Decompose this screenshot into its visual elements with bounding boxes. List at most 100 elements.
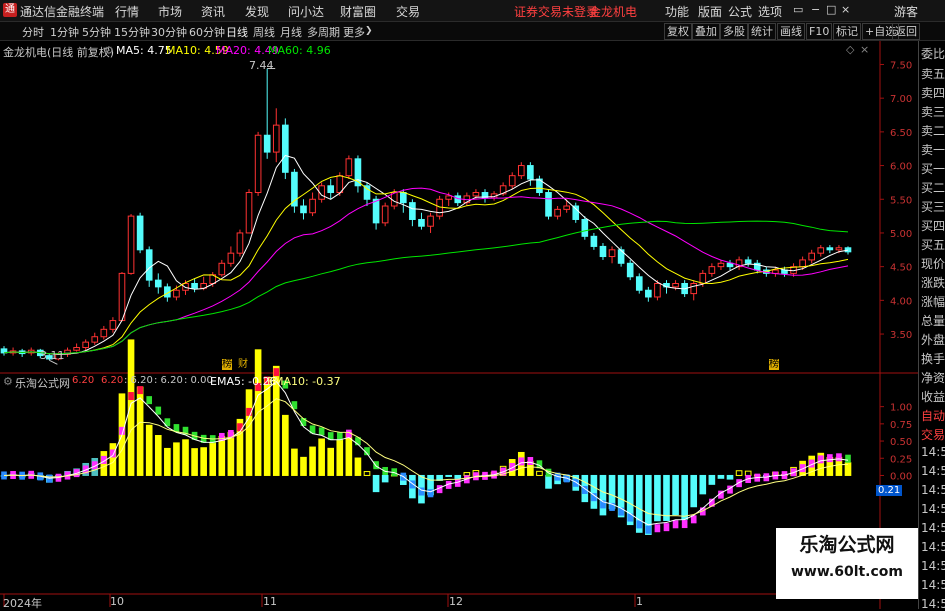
sub-title: 乐淘公式网 (15, 377, 70, 390)
sub-param-5: : 0.00 (184, 375, 213, 386)
price-tick-label: 5.50 (890, 195, 912, 206)
adjust-button[interactable]: 复权 (664, 23, 692, 40)
side-panel-item: 14:56 (921, 540, 945, 554)
period-60min[interactable]: 60分钟 (189, 24, 225, 40)
period-15min[interactable]: 15分钟 (114, 24, 150, 40)
candle-body (654, 283, 661, 298)
sub-bar (672, 474, 679, 516)
login-status[interactable]: 证券交易未登录 (514, 3, 598, 20)
minimize-icon[interactable]: − (811, 3, 820, 16)
sub-signal-block (845, 454, 851, 463)
side-panel-item: 买一 (921, 162, 945, 176)
guest-label[interactable]: 游客 (894, 3, 918, 20)
side-panel-item: 涨跌 (921, 276, 945, 290)
ema10-label: EMA10: -0.37 (267, 375, 341, 388)
sub-signal-block (155, 406, 162, 415)
period-more[interactable]: 更多 (343, 24, 365, 40)
mark-button[interactable]: 标记 (833, 23, 861, 40)
diamond-icon[interactable]: ◇ (846, 43, 854, 56)
period-weekly[interactable]: 周线 (253, 24, 275, 40)
menu-function[interactable]: 功能 (665, 3, 689, 20)
menu-formula[interactable]: 公式 (728, 3, 752, 20)
side-panel-item: 卖二 (921, 124, 945, 138)
sub-signal-block (237, 423, 243, 432)
sub-bar (699, 474, 707, 495)
menu-options[interactable]: 选项 (758, 3, 782, 20)
draw-line-button[interactable]: 画线 (777, 23, 805, 40)
multi-stock-button[interactable]: 多股 (720, 23, 748, 40)
current-value-tag: 0.21 (876, 485, 903, 496)
candle-body (472, 192, 480, 197)
sub-bar (690, 474, 698, 508)
candle-body (626, 262, 634, 278)
period-daily[interactable]: 日线 (226, 24, 248, 40)
menu-hq[interactable]: 行情 (115, 3, 139, 20)
sub-param-1: 6.20 (72, 375, 95, 386)
candle-body (517, 165, 525, 177)
side-panel-item: 总量 (921, 314, 945, 328)
overlay-button[interactable]: 叠加 (692, 23, 720, 40)
chevron-right-icon[interactable]: ❯ (365, 26, 373, 36)
period-monthly[interactable]: 月线 (280, 24, 302, 40)
candle-body (154, 279, 162, 288)
side-panel-item: 收益 (921, 390, 945, 404)
sub-settings-icon[interactable]: ⚙ (3, 375, 13, 388)
menu-layout[interactable]: 版面 (698, 3, 722, 20)
stock-chart[interactable]: 3.50 4.00 4.50 5.00 5.50 6.00 6.50 7.00 7.50 0.0… (0, 41, 918, 609)
event-marker-1[interactable]: 榜 (222, 359, 232, 370)
candle-body (445, 195, 453, 200)
close-icon[interactable]: × (841, 3, 850, 16)
menu-discover[interactable]: 发现 (245, 3, 269, 20)
candle-body (545, 192, 552, 217)
candle-body (327, 185, 335, 194)
side-panel-item[interactable]: 交易 (921, 426, 945, 443)
candle-body (508, 175, 516, 187)
menu-market[interactable]: 市场 (158, 3, 182, 20)
candle-body (372, 198, 380, 224)
menu-fortune[interactable]: 财富圈 (340, 3, 376, 20)
menu-news[interactable]: 资讯 (201, 3, 225, 20)
sub-bar (336, 439, 344, 476)
back-button[interactable]: 返回 (892, 23, 920, 40)
candle-body (191, 283, 198, 289)
sub-signal-block (663, 523, 670, 532)
window-restore-icon[interactable]: ▭ (793, 3, 803, 16)
sub-bar (209, 442, 217, 476)
period-5min[interactable]: 5分钟 (82, 24, 111, 40)
menu-trade[interactable]: 交易 (396, 3, 420, 20)
chart-title: 金龙机电(日线 前复权) (3, 46, 115, 59)
candle-body (808, 252, 816, 261)
close-panel-icon[interactable]: × (860, 43, 869, 56)
menu-wenxiaoda[interactable]: 问小达 (288, 3, 324, 20)
sub-signal-block (817, 455, 824, 464)
stock-name: 金龙机电 (589, 5, 638, 19)
candle-body (708, 266, 716, 274)
ma60-label: MA60: 4.96 (268, 44, 331, 57)
f10-button[interactable]: F10 (806, 23, 833, 40)
sub-bar (363, 471, 371, 476)
event-marker-2[interactable]: 财 (238, 359, 248, 370)
settings-gear-icon[interactable]: ⚙ (104, 44, 114, 57)
price-tick-label: 6.50 (890, 128, 912, 139)
candle-body (699, 272, 707, 285)
side-panel-item: 卖三 (921, 105, 945, 119)
candle-body (572, 205, 580, 220)
period-intraday[interactable]: 分时 (22, 24, 44, 40)
high-price-label: 7.44 (249, 59, 274, 72)
price-tick-label: 5.00 (890, 229, 912, 240)
low-price-label: 3.11 (40, 349, 65, 362)
side-panel-item[interactable]: 自动 (921, 407, 945, 424)
side-panel-item: 净资 (921, 371, 945, 385)
period-multi[interactable]: 多周期 (307, 24, 340, 40)
maximize-icon[interactable]: □ (826, 3, 836, 16)
candle-body (227, 252, 235, 264)
sub-tick-label: 0.75 (890, 420, 912, 431)
period-1min[interactable]: 1分钟 (50, 24, 79, 40)
candle-body (136, 215, 144, 251)
candle-body (527, 165, 534, 180)
event-marker-3[interactable]: 榜 (769, 359, 779, 370)
sub-signal-block (128, 392, 134, 401)
statistics-button[interactable]: 统计 (748, 23, 776, 40)
period-30min[interactable]: 30分钟 (151, 24, 187, 40)
sub-bar (536, 470, 543, 476)
